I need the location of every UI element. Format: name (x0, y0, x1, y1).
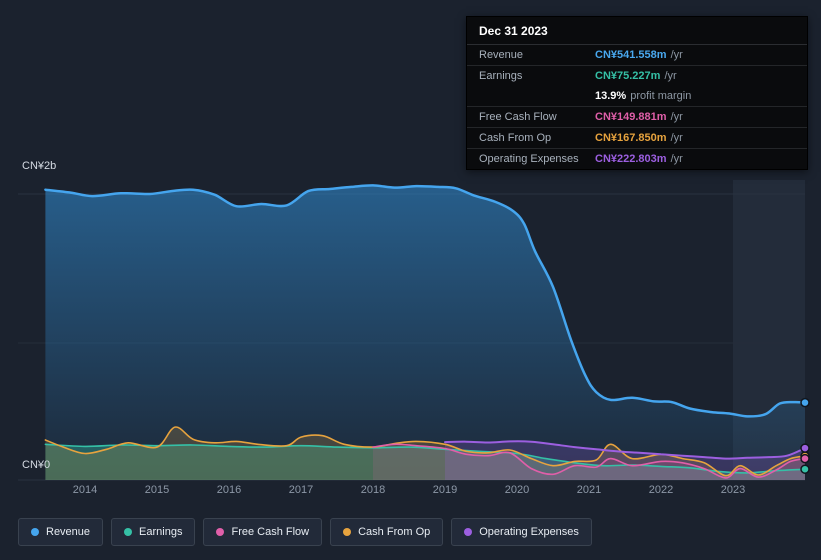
tooltip-label: Earnings (479, 70, 523, 82)
tooltip-row-free-cash-flow: Free Cash Flow CN¥149.881m/yr (467, 107, 807, 128)
tooltip-value: CN¥149.881m/yr (595, 111, 683, 123)
tooltip-row-revenue: Revenue CN¥541.558m/yr (467, 45, 807, 66)
legend-label: Operating Expenses (479, 526, 579, 538)
legend-item-cash-from-op[interactable]: Cash From Op (330, 518, 444, 546)
financial-history-chart: CN¥2b CN¥0 2014 2015 2016 2017 2018 2019 2020 2… (0, 0, 821, 560)
legend-item-operating-expenses[interactable]: Operating Expenses (451, 518, 592, 546)
tooltip-label: Operating Expenses (479, 153, 579, 165)
tooltip-row-earnings: Earnings CN¥75.227m/yr (467, 66, 807, 86)
tooltip-value: CN¥541.558m/yr (595, 49, 683, 61)
x-axis-label-2022: 2022 (648, 484, 674, 496)
tooltip-row-profit-margin: 13.9% profit margin (467, 86, 807, 107)
earnings-endpoint-dot[interactable] (800, 464, 810, 474)
tooltip-label: Revenue (479, 49, 524, 61)
tooltip-row-cash-from-op: Cash From Op CN¥167.850m/yr (467, 128, 807, 149)
x-axis-label-2019: 2019 (432, 484, 458, 496)
legend-item-earnings[interactable]: Earnings (111, 518, 196, 546)
legend-item-revenue[interactable]: Revenue (18, 518, 104, 546)
x-axis-label-2023: 2023 (720, 484, 746, 496)
x-axis-label-2020: 2020 (504, 484, 530, 496)
operating-expenses-legend-dot-icon (464, 528, 473, 536)
tooltip-value: CN¥222.803m/yr (595, 153, 683, 165)
revenue-area (45, 185, 805, 480)
tooltip-value: 13.9% profit margin (595, 90, 692, 102)
operating-expenses-endpoint-dot[interactable] (800, 443, 810, 453)
free-cash-flow-legend-dot-icon (216, 528, 225, 536)
legend-item-free-cash-flow[interactable]: Free Cash Flow (203, 518, 323, 546)
tooltip-value: CN¥75.227m/yr (595, 70, 677, 82)
tooltip-row-operating-expenses: Operating Expenses CN¥222.803m/yr (467, 149, 807, 169)
legend-label: Free Cash Flow (231, 526, 310, 538)
x-axis-label-2014: 2014 (72, 484, 98, 496)
x-axis-label-2017: 2017 (288, 484, 314, 496)
tooltip-date: Dec 31 2023 (467, 17, 807, 45)
revenue-endpoint-dot[interactable] (800, 397, 810, 408)
legend-label: Revenue (46, 526, 91, 538)
data-tooltip: Dec 31 2023 Revenue CN¥541.558m/yr Earni… (466, 16, 808, 170)
cash-from-op-legend-dot-icon (343, 528, 352, 536)
y-axis-label-bottom: CN¥0 (22, 459, 51, 471)
legend-label: Cash From Op (358, 526, 431, 538)
tooltip-value: CN¥167.850m/yr (595, 132, 683, 144)
y-axis-label-top: CN¥2b (22, 160, 57, 172)
x-axis-label-2018: 2018 (360, 484, 386, 496)
tooltip-label: Free Cash Flow (479, 111, 557, 123)
free-cash-flow-endpoint-dot[interactable] (800, 453, 810, 464)
tooltip-label: Cash From Op (479, 132, 552, 144)
x-axis-label-2021: 2021 (576, 484, 602, 496)
revenue-legend-dot-icon (31, 528, 39, 536)
x-axis-label-2015: 2015 (144, 484, 170, 496)
earnings-legend-dot-icon (124, 528, 133, 536)
x-axis-label-2016: 2016 (216, 484, 242, 496)
legend-label: Earnings (139, 526, 183, 538)
legend: Revenue Earnings Free Cash Flow Cash From O… (18, 518, 592, 546)
